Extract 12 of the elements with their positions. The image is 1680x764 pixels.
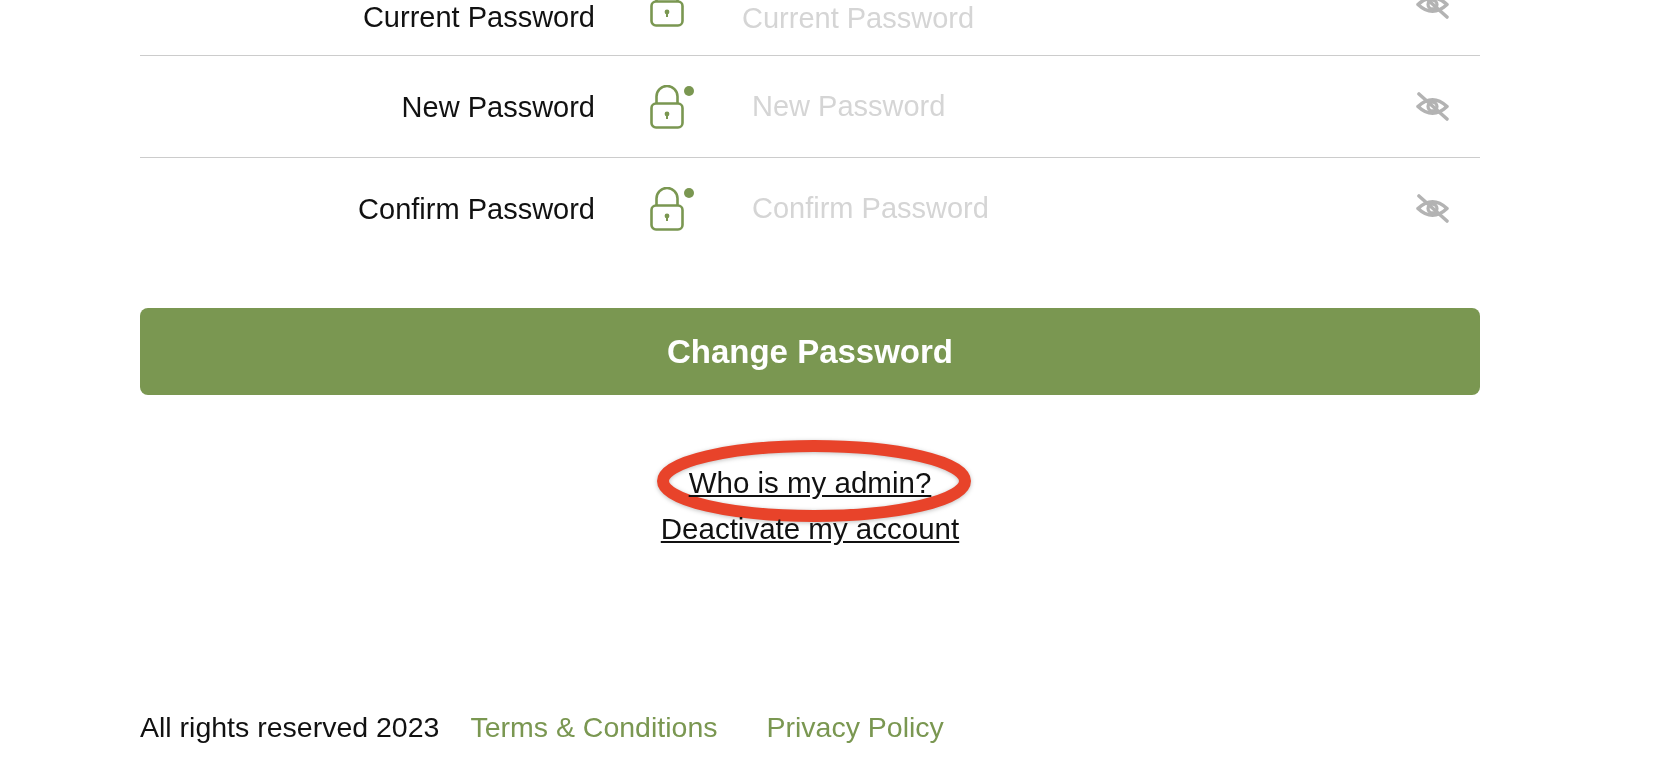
eye-slash-icon[interactable] bbox=[1415, 194, 1450, 223]
lock-icon bbox=[650, 84, 684, 129]
copyright-text: All rights reserved 2023 bbox=[140, 710, 440, 744]
change-password-button[interactable]: Change Password bbox=[140, 308, 1480, 395]
text-link[interactable]: Deactivate my account bbox=[660, 506, 960, 552]
field-label: Current Password bbox=[361, 0, 595, 34]
field-label: New Password bbox=[400, 89, 595, 124]
footer-link[interactable]: Terms & Conditions bbox=[470, 710, 718, 744]
lock-icon bbox=[650, 186, 684, 231]
field-label: Confirm Password bbox=[357, 191, 595, 226]
eye-slash-icon[interactable] bbox=[1415, 92, 1450, 121]
footer-link[interactable]: Privacy Policy bbox=[766, 710, 944, 744]
